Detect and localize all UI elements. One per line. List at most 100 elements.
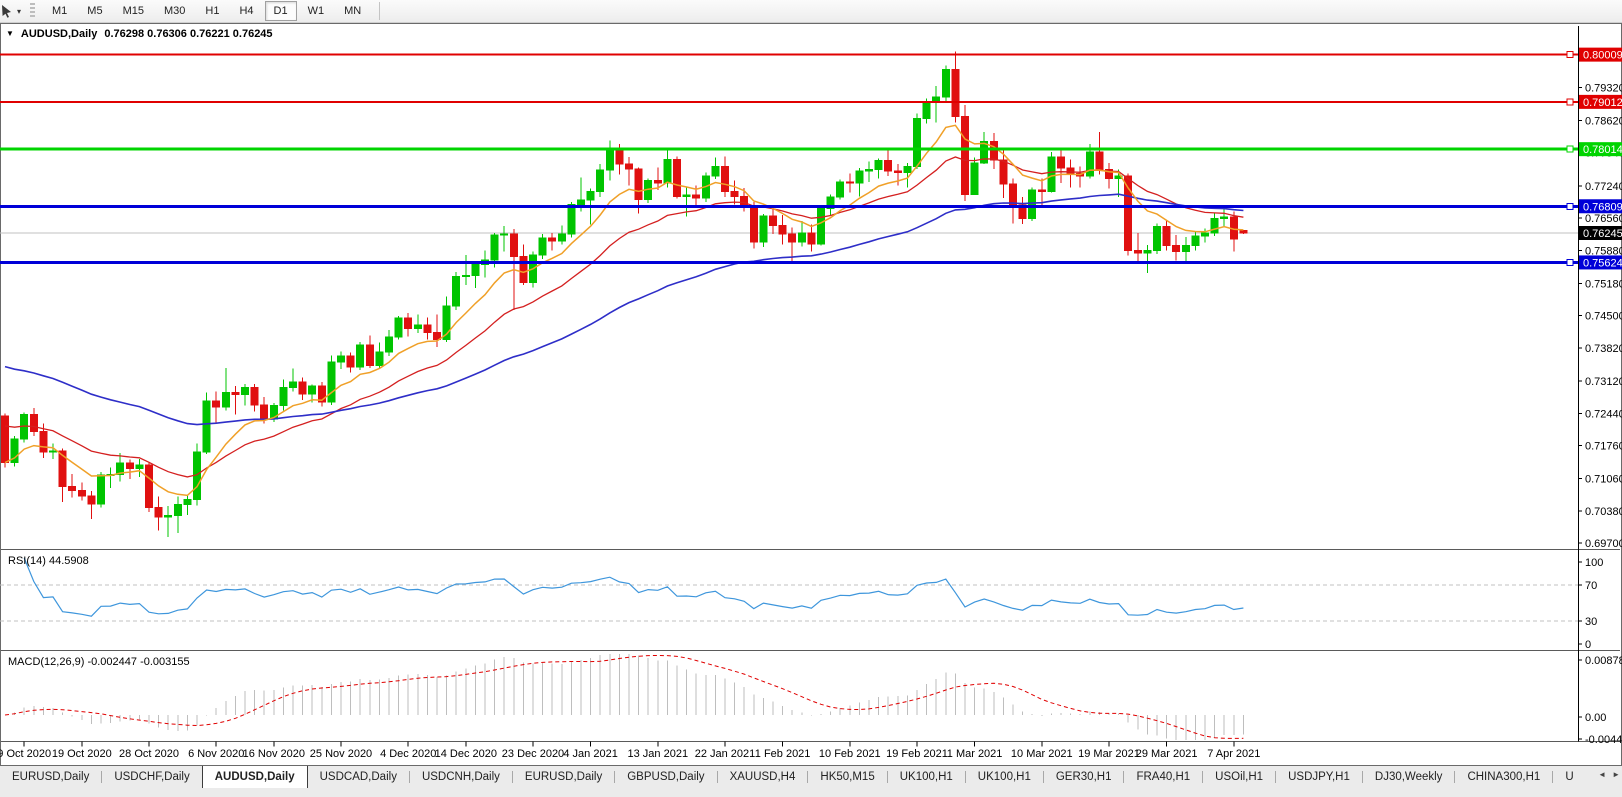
candle-body — [664, 159, 671, 183]
candle-body — [568, 204, 575, 234]
candle-body — [462, 275, 469, 276]
hline-anchor-marker[interactable] — [1567, 259, 1573, 265]
candle-body — [299, 382, 306, 394]
candle-body — [88, 496, 95, 504]
candle-body — [491, 235, 498, 260]
candle-body — [50, 451, 57, 452]
candle-body — [1010, 184, 1017, 205]
candle-body — [520, 256, 527, 282]
candle-body — [578, 200, 585, 204]
candle-body — [174, 504, 181, 515]
hline-anchor-marker[interactable] — [1567, 146, 1573, 152]
price-axis-tick-label: 0.74500 — [1585, 311, 1622, 323]
price-axis-tick-label: 0.76560 — [1585, 213, 1622, 225]
chart-canvas[interactable]: 0.793200.786200.779400.772400.765600.758… — [0, 0, 1622, 797]
candle-body — [914, 119, 921, 167]
chart-tab-audusd-daily[interactable]: AUDUSD,Daily — [202, 766, 308, 788]
current-price-label: 0.76245 — [1583, 228, 1622, 240]
candle-body — [40, 431, 47, 452]
hline-price-label: 0.78014 — [1583, 144, 1622, 156]
candle-body — [693, 195, 700, 198]
candle-body — [328, 362, 335, 402]
candle-body — [779, 226, 786, 235]
candle-body — [2, 416, 9, 462]
candle-body — [1067, 168, 1074, 174]
date-axis-label: 13 Jan 2021 — [628, 748, 689, 760]
hline-anchor-marker[interactable] — [1567, 203, 1573, 209]
candle-body — [146, 465, 153, 508]
date-axis-label: 7 Apr 2021 — [1207, 748, 1260, 760]
candle-body — [597, 170, 604, 191]
chart-symbol-period: AUDUSD,Daily — [21, 28, 97, 40]
price-axis-tick-label: 0.77240 — [1585, 181, 1622, 193]
candle-body — [1192, 236, 1199, 245]
candle-body — [846, 182, 853, 183]
candle-body — [1240, 230, 1247, 233]
macd-indicator-label: MACD(12,26,9) -0.002447 -0.003155 — [8, 656, 190, 668]
macd-axis-label: 0.008782 — [1585, 655, 1622, 667]
candle-body — [635, 169, 642, 200]
chart-title: ▼ AUDUSD,Daily 0.76298 0.76306 0.76221 0… — [6, 28, 273, 40]
candle-body — [386, 337, 393, 352]
hline-price-label: 0.76809 — [1583, 201, 1622, 213]
candle-body — [357, 345, 364, 367]
candle-body — [414, 325, 421, 328]
candle-body — [510, 234, 517, 256]
candle-body — [136, 465, 143, 468]
candle-body — [712, 166, 719, 175]
candle-body — [789, 234, 796, 242]
candle-body — [1038, 190, 1045, 191]
candle-body — [952, 69, 959, 116]
candle-body — [1173, 246, 1180, 252]
candle-body — [856, 171, 863, 183]
chart-ohlc-values: 0.76298 0.76306 0.76221 0.76245 — [104, 28, 272, 40]
candle-body — [808, 233, 815, 244]
candle-body — [722, 166, 729, 191]
candle-body — [894, 171, 901, 172]
candle-body — [654, 181, 661, 183]
macd-axis-label: 0.00 — [1585, 712, 1606, 724]
candle-body — [165, 516, 172, 517]
candle-body — [280, 388, 287, 406]
rsi-axis-label: 70 — [1585, 580, 1597, 592]
candle-body — [760, 216, 767, 242]
candle-body — [674, 159, 681, 196]
date-axis-label: 16 Nov 2020 — [243, 748, 305, 760]
macd-axis-label: -0.004451 — [1585, 734, 1622, 746]
mt4-window: 0.793200.786200.779400.772400.765600.758… — [0, 0, 1622, 797]
date-axis-label: 4 Dec 2020 — [380, 748, 436, 760]
date-axis-label: 4 Jan 2021 — [563, 748, 617, 760]
price-axis-tick-label: 0.72440 — [1585, 408, 1622, 420]
candle-body — [1058, 157, 1065, 168]
candle-body — [962, 117, 969, 195]
candle-body — [98, 475, 105, 504]
candle-body — [1000, 160, 1007, 184]
candle-body — [222, 392, 229, 407]
candle-body — [942, 69, 949, 96]
candle-body — [453, 276, 460, 306]
hline-anchor-marker[interactable] — [1567, 99, 1573, 105]
date-axis-label: 22 Jan 2021 — [695, 748, 756, 760]
rsi-axis-label: 100 — [1585, 557, 1603, 569]
candle-body — [1134, 250, 1141, 253]
candle-body — [30, 414, 37, 431]
candle-body — [1096, 152, 1103, 170]
date-axis-label: 23 Dec 2020 — [502, 748, 564, 760]
candle-body — [1086, 152, 1093, 176]
date-axis-label: 1 Feb 2021 — [755, 748, 811, 760]
candle-body — [558, 234, 565, 241]
hline-anchor-marker[interactable] — [1567, 52, 1573, 58]
candle-body — [203, 401, 210, 452]
candle-body — [539, 238, 546, 255]
candle-body — [347, 356, 354, 367]
candle-body — [731, 192, 738, 197]
candle-body — [242, 388, 249, 395]
price-axis-tick-label: 0.75180 — [1585, 278, 1622, 290]
collapse-triangle-icon[interactable]: ▼ — [6, 29, 14, 38]
candle-body — [338, 356, 345, 362]
candle-body — [606, 150, 613, 170]
date-axis-label: 9 Oct 2020 — [0, 748, 51, 760]
candle-body — [1221, 217, 1228, 218]
candle-body — [750, 207, 757, 243]
candle-body — [885, 160, 892, 171]
